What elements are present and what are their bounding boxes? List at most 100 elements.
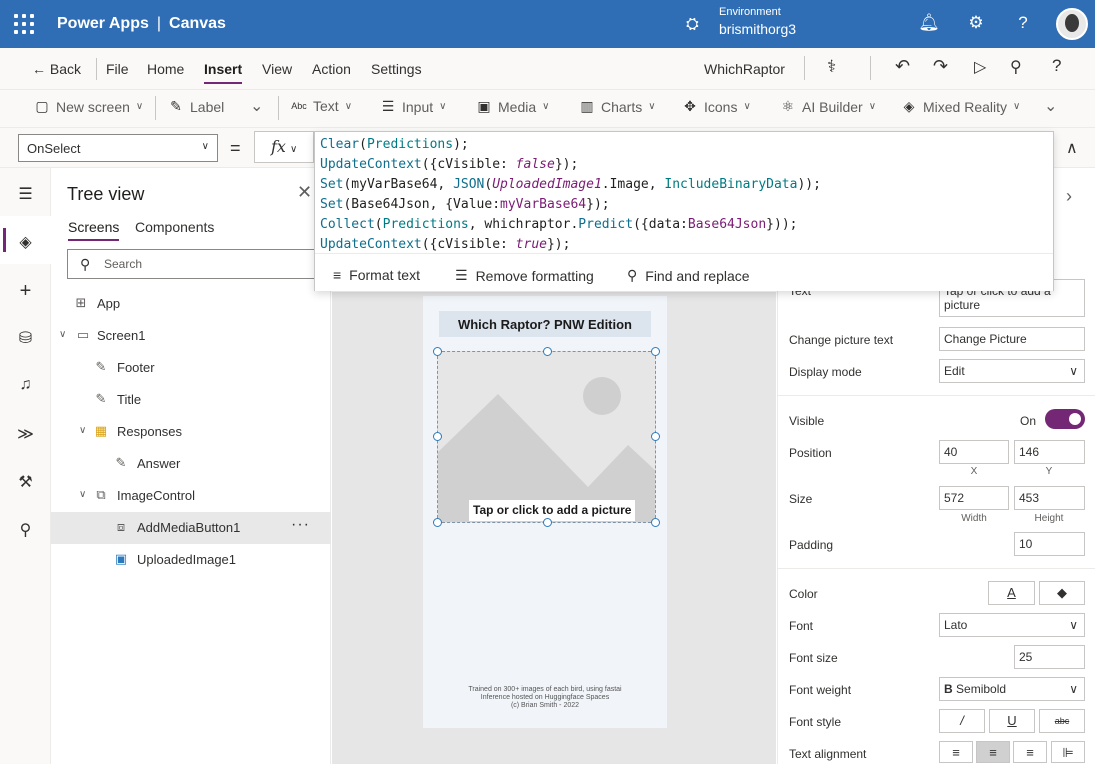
resize-handle[interactable] <box>651 432 660 441</box>
ai-builder-button[interactable]: ⚛ AI Builder ∨ <box>780 98 876 115</box>
visible-label: Visible <box>789 414 825 428</box>
tree-item-answer[interactable]: ✎ Answer <box>51 448 331 480</box>
add-media-icon: ⧈ <box>116 519 126 534</box>
display-mode-dropdown[interactable]: Edit ∨ <box>939 359 1085 383</box>
footer-label[interactable]: Trained on 300+ images of each bird, usi… <box>423 686 667 710</box>
text-color-button[interactable]: A <box>988 581 1035 605</box>
hamburger-icon[interactable]: ☰ <box>0 184 51 204</box>
formula-editor[interactable]: Clear(Predictions); UpdateContext({cVisi… <box>314 131 1054 291</box>
ribbon-more-icon[interactable]: ⌄ <box>1044 96 1057 116</box>
resize-handle[interactable] <box>433 518 442 527</box>
align-justify-icon[interactable]: ⊫ <box>1051 741 1085 763</box>
search-rail-icon[interactable]: ⚲ <box>0 520 51 540</box>
resize-handle[interactable] <box>433 347 442 356</box>
media-rail-icon[interactable]: ♫ <box>0 376 51 394</box>
text-button[interactable]: Abc Text ∨ <box>291 98 352 114</box>
share-icon[interactable]: ⚲ <box>1010 57 1022 77</box>
label-button[interactable]: ✎ Label <box>168 98 224 115</box>
close-icon[interactable]: ✕ <box>297 182 312 203</box>
fx-button[interactable]: fx ∨ <box>254 131 314 163</box>
environment-name[interactable]: brismithorg3 <box>719 21 796 37</box>
label-dropdown-icon[interactable]: ⌄ <box>250 96 263 116</box>
tab-screens[interactable]: Screens <box>68 219 120 241</box>
power-automate-icon[interactable]: ≫ <box>0 424 51 444</box>
remove-formatting-button[interactable]: ☰ Remove formatting <box>455 267 594 284</box>
help-question-icon[interactable]: ? <box>1052 56 1061 76</box>
layers-icon[interactable]: ◈ <box>0 232 51 252</box>
padding-input[interactable]: 10 <box>1014 532 1085 556</box>
formula-code[interactable]: Clear(Predictions); UpdateContext({cVisi… <box>315 132 1053 258</box>
tree-item-screen1[interactable]: ∨ ▭ Screen1 <box>51 320 331 352</box>
align-right-icon[interactable]: ≡ <box>1013 741 1047 763</box>
menu-insert[interactable]: Insert <box>204 61 243 84</box>
charts-icon: ▥ <box>580 98 594 114</box>
resize-handle[interactable] <box>651 518 660 527</box>
bell-icon[interactable]: 🔔︎ <box>918 13 940 33</box>
strikethrough-button[interactable]: abc <box>1039 709 1085 733</box>
font-dropdown[interactable]: Lato ∨ <box>939 613 1085 637</box>
property-dropdown[interactable]: OnSelect ∨ <box>18 134 218 162</box>
undo-icon[interactable]: ↶ <box>895 56 910 77</box>
format-text-button[interactable]: ≡ Format text <box>333 267 420 283</box>
mixed-reality-button[interactable]: ◈ Mixed Reality ∨ <box>901 98 1021 115</box>
play-icon[interactable]: ▷ <box>974 57 986 77</box>
position-y-input[interactable]: 146 <box>1014 440 1085 464</box>
menu-settings[interactable]: Settings <box>371 61 422 77</box>
back-button[interactable]: ← Back <box>32 61 81 77</box>
icons-button[interactable]: ✥ Icons ∨ <box>682 98 751 115</box>
new-screen-button[interactable]: ▢ New screen ∨ <box>34 98 143 115</box>
underline-button[interactable]: U <box>989 709 1035 733</box>
more-options-icon[interactable]: ··· <box>291 516 310 534</box>
visible-toggle[interactable] <box>1045 409 1085 429</box>
media-button[interactable]: ▣ Media ∨ <box>476 98 549 115</box>
app-checker-icon[interactable]: ⚕ <box>827 57 836 77</box>
avatar[interactable] <box>1056 8 1088 40</box>
font-label: Font <box>789 619 814 633</box>
tree-item-footer[interactable]: ✎ Footer <box>51 352 331 384</box>
chevron-right-icon[interactable]: › <box>1066 186 1072 207</box>
resize-handle[interactable] <box>651 347 660 356</box>
font-style-label: Font style <box>789 715 842 729</box>
height-input[interactable]: 453 <box>1014 486 1085 510</box>
tree-item-responses[interactable]: ∨ ▦ Responses <box>51 416 331 448</box>
redo-icon[interactable]: ↷ <box>933 56 948 77</box>
menu-view[interactable]: View <box>262 61 292 77</box>
gear-icon[interactable]: ⚙ <box>965 13 987 33</box>
tree-item-app[interactable]: ⊞ App <box>51 288 331 320</box>
change-picture-input[interactable]: Change Picture <box>939 327 1085 351</box>
resize-handle[interactable] <box>433 432 442 441</box>
tab-components[interactable]: Components <box>135 219 214 235</box>
help-icon[interactable]: ? <box>1012 13 1034 33</box>
font-weight-dropdown[interactable]: B Semibold ∨ <box>939 677 1085 701</box>
font-size-input[interactable]: 25 <box>1014 645 1085 669</box>
search-input[interactable]: ⚲ Search <box>67 249 317 279</box>
tree-item-addmediabutton1[interactable]: ⧈ AddMediaButton1 ··· <box>51 512 331 544</box>
padding-label: Padding <box>789 538 834 552</box>
data-icon[interactable]: ⛁ <box>0 328 51 348</box>
width-input[interactable]: 572 <box>939 486 1009 510</box>
align-center-icon[interactable]: ≡ <box>976 741 1010 763</box>
input-button[interactable]: ☰ Input ∨ <box>380 98 447 115</box>
equals-sign: = <box>230 138 241 158</box>
align-left-icon[interactable]: ≡ <box>939 741 973 763</box>
italic-button[interactable]: / <box>939 709 985 733</box>
position-x-input[interactable]: 40 <box>939 440 1009 464</box>
menu-file[interactable]: File <box>106 61 129 77</box>
resize-handle[interactable] <box>543 518 552 527</box>
collapse-formula-icon[interactable]: ∧ <box>1066 138 1078 158</box>
plus-icon[interactable]: + <box>0 280 51 303</box>
fill-color-icon[interactable]: ◆ <box>1039 581 1085 605</box>
tree-item-title[interactable]: ✎ Title <box>51 384 331 416</box>
tools-icon[interactable]: ⚒ <box>0 472 51 492</box>
find-replace-button[interactable]: ⚲ Find and replace <box>627 267 750 284</box>
app-title-label[interactable]: Which Raptor? PNW Edition <box>439 311 651 337</box>
chevron-down-icon: ∨ <box>1069 682 1078 696</box>
tree-item-imagecontrol[interactable]: ∨ ⧉ ImageControl <box>51 480 331 512</box>
tree-item-uploadedimage1[interactable]: ▣ UploadedImage1 <box>51 544 331 576</box>
menu-home[interactable]: Home <box>147 61 184 77</box>
menu-action[interactable]: Action <box>312 61 351 77</box>
resize-handle[interactable] <box>543 347 552 356</box>
app-launcher-icon[interactable] <box>14 14 34 34</box>
add-media-control[interactable]: Tap or click to add a picture <box>437 351 656 523</box>
charts-button[interactable]: ▥ Charts ∨ <box>579 98 655 115</box>
